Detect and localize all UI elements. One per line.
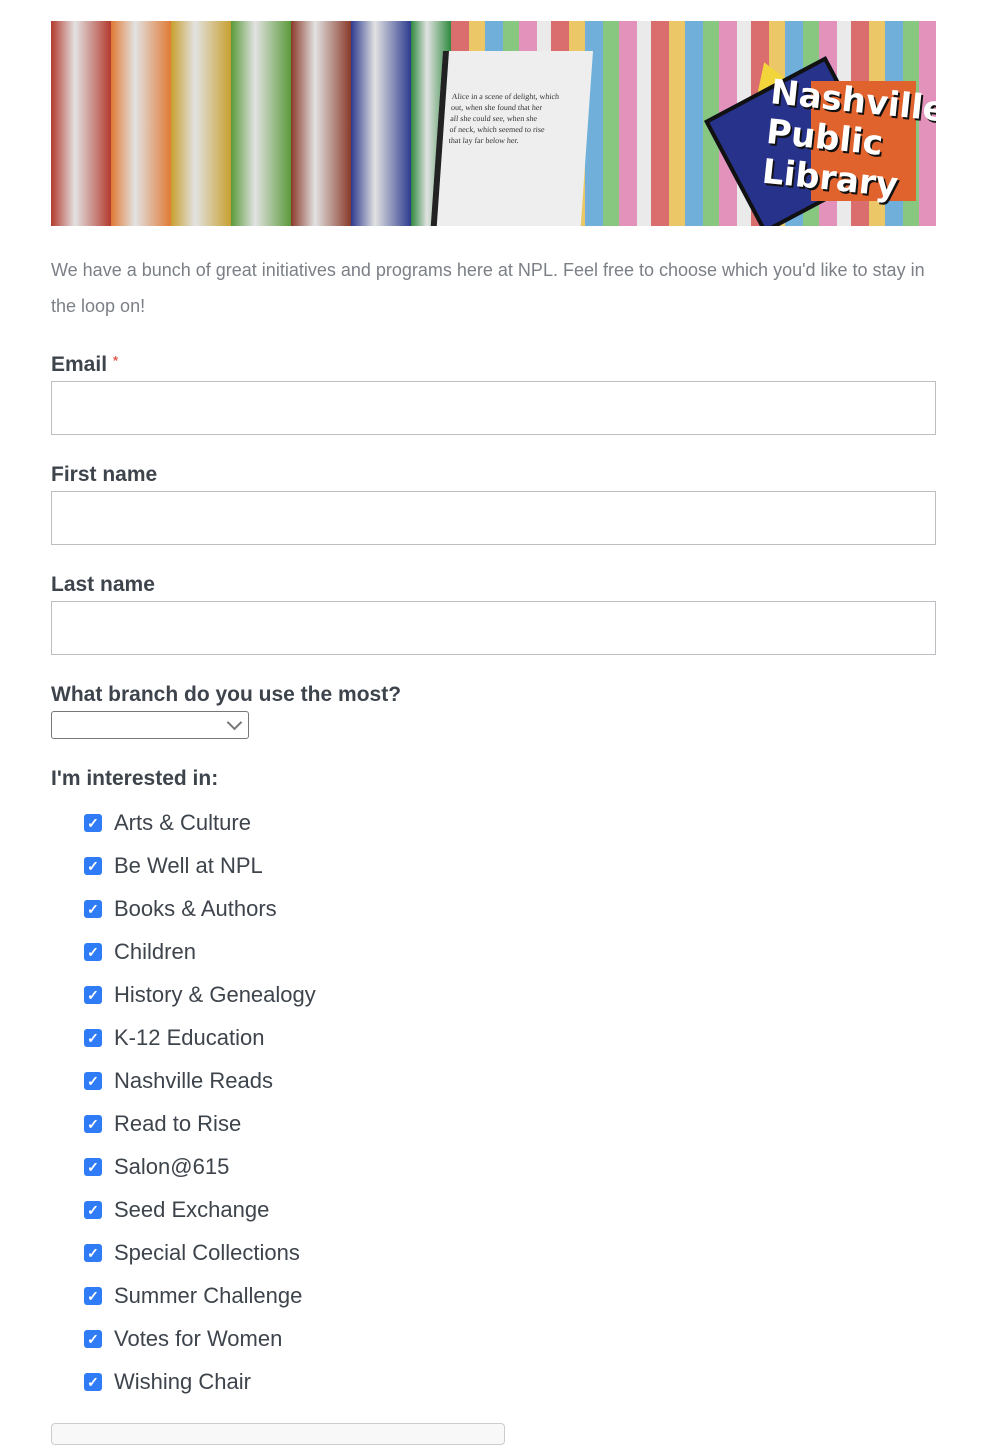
checkbox-label: Read to Rise (114, 1111, 242, 1136)
checkbox[interactable]: ✓ (84, 943, 102, 961)
email-input[interactable] (51, 381, 936, 435)
checkbox-label: Summer Challenge (114, 1283, 303, 1308)
checkbox[interactable]: ✓ (84, 1201, 102, 1219)
checkbox-label: History & Genealogy (114, 982, 316, 1007)
checkbox[interactable]: ✓ (84, 1330, 102, 1348)
interest-checkbox-row[interactable]: ✓ Be Well at NPL (84, 851, 263, 881)
intro-text: We have a bunch of great initiatives and… (51, 260, 925, 316)
submit-button[interactable] (51, 1423, 505, 1445)
book-spine (231, 21, 291, 226)
interest-checkbox-row[interactable]: ✓ Seed Exchange (84, 1195, 269, 1225)
checkbox-label: Children (114, 939, 196, 964)
branch-label: What branch do you use the most? (51, 683, 402, 706)
checkbox[interactable]: ✓ (84, 814, 102, 832)
first-name-label: First name (51, 463, 158, 486)
checkbox[interactable]: ✓ (84, 1158, 102, 1176)
interest-checkbox-row[interactable]: ✓ K-12 Education (84, 1023, 264, 1053)
checkbox-label: Salon@615 (114, 1154, 230, 1179)
checkbox[interactable]: ✓ (84, 1072, 102, 1090)
checkbox[interactable]: ✓ (84, 1115, 102, 1133)
interest-checkbox-row[interactable]: ✓ History & Genealogy (84, 980, 316, 1010)
book-spine (291, 21, 351, 226)
library-logo: Nashville Public Library (704, 51, 936, 226)
interest-checkbox-row[interactable]: ✓ Arts & Culture (84, 808, 251, 838)
checkbox-label: Be Well at NPL (114, 853, 263, 878)
checkbox[interactable]: ✓ (84, 1287, 102, 1305)
last-name-label: Last name (51, 573, 155, 596)
interest-checkbox-row[interactable]: ✓ Special Collections (84, 1238, 300, 1268)
interest-checkbox-row[interactable]: ✓ Wishing Chair (84, 1367, 251, 1397)
checkbox-label: Arts & Culture (114, 810, 251, 835)
interest-checkbox-row[interactable]: ✓ Votes for Women (84, 1324, 282, 1354)
book-spine (171, 21, 231, 226)
checkbox-label: Votes for Women (114, 1326, 283, 1351)
first-name-input[interactable] (51, 491, 936, 545)
interest-checkbox-row[interactable]: ✓ Children (84, 937, 196, 967)
checkbox-label: Seed Exchange (114, 1197, 270, 1222)
checkbox-label: Special Collections (114, 1240, 300, 1265)
checkbox-label: K-12 Education (114, 1025, 265, 1050)
checkbox[interactable]: ✓ (84, 1029, 102, 1047)
email-label: Email * (51, 353, 119, 376)
branch-select[interactable] (51, 711, 249, 739)
interest-checkbox-row[interactable]: ✓ Read to Rise (84, 1109, 241, 1139)
checkbox[interactable]: ✓ (84, 857, 102, 875)
book-page-image: Alice in a scene of delight, which out, w… (429, 51, 593, 226)
book-spine (351, 21, 411, 226)
checkbox[interactable]: ✓ (84, 1244, 102, 1262)
checkbox-label: Wishing Chair (114, 1369, 251, 1394)
book-spine (111, 21, 171, 226)
required-asterisk: * (113, 353, 119, 368)
interest-checkbox-row[interactable]: ✓ Summer Challenge (84, 1281, 302, 1311)
checkbox-label: Nashville Reads (114, 1068, 273, 1093)
interest-checkbox-row[interactable]: ✓ Nashville Reads (84, 1066, 273, 1096)
interest-checkbox-row[interactable]: ✓ Salon@615 (84, 1152, 229, 1182)
book-spine (51, 21, 111, 226)
checkbox[interactable]: ✓ (84, 986, 102, 1004)
interests-label: I'm interested in: (51, 767, 219, 790)
checkbox[interactable]: ✓ (84, 900, 102, 918)
checkbox-label: Books & Authors (114, 896, 277, 921)
interest-checkbox-row[interactable]: ✓ Books & Authors (84, 894, 277, 924)
chevron-down-icon (226, 714, 243, 731)
header-banner-image: Alice in a scene of delight, which out, w… (51, 21, 936, 226)
checkbox[interactable]: ✓ (84, 1373, 102, 1391)
last-name-input[interactable] (51, 601, 936, 655)
